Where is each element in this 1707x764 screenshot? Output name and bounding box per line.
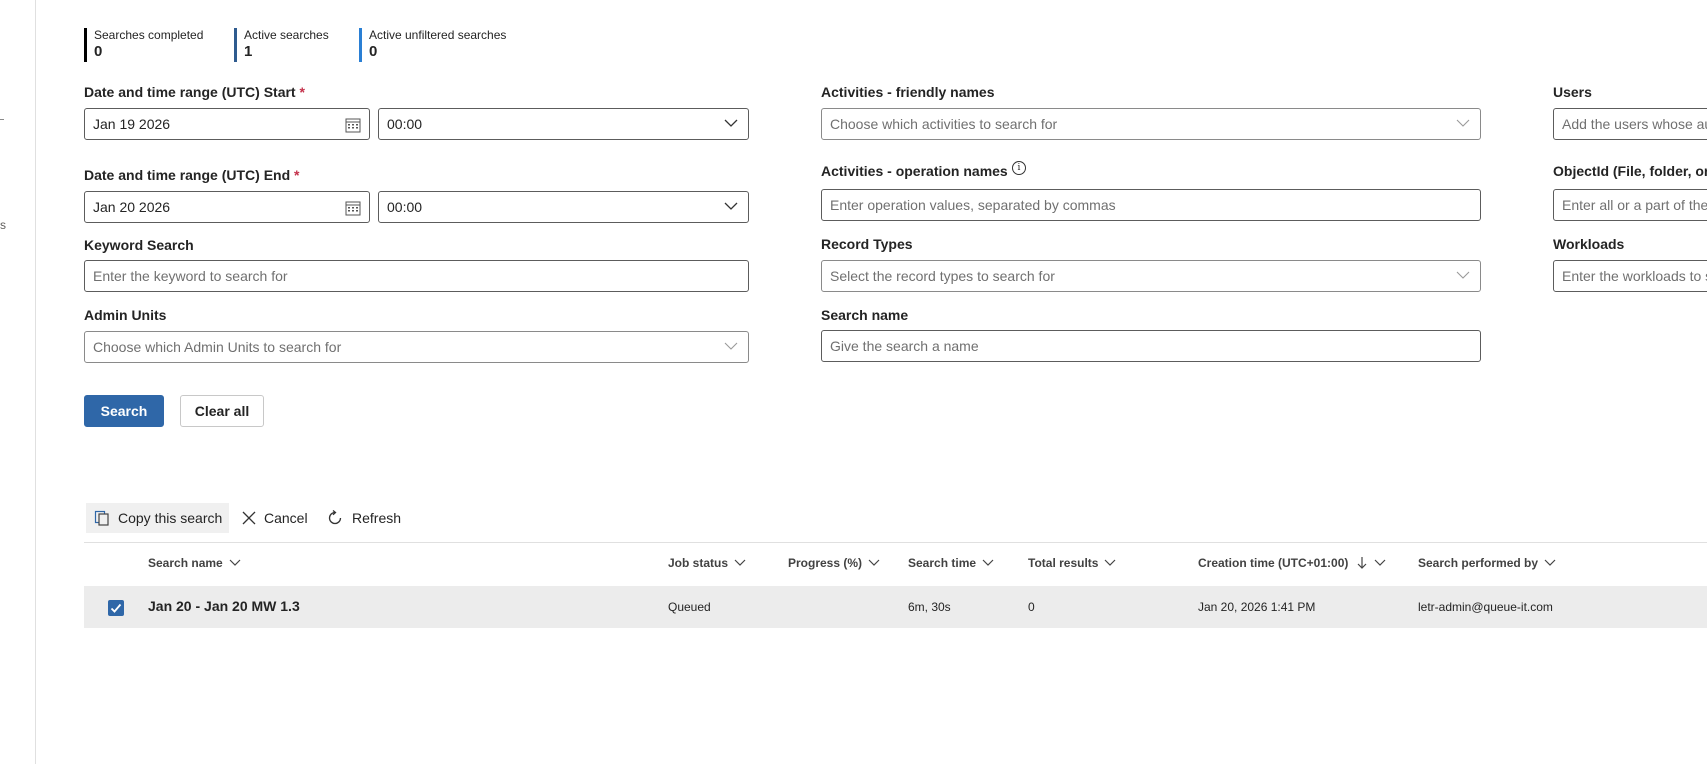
search-name-text[interactable] [822,331,1480,361]
row-checkbox[interactable] [108,600,124,616]
keyword-search-label: Keyword Search [84,237,194,253]
workloads-placeholder: Enter the workloads to s [1562,268,1707,284]
copy-search-button[interactable]: Copy this search [86,503,229,533]
activities-friendly-label: Activities - friendly names [821,84,995,100]
objectid-input[interactable]: Enter all or a part of the [1553,189,1707,221]
stat-value: 0 [94,43,103,60]
stat-active-unfiltered-searches: Active unfiltered searches 0 [359,28,506,62]
objectid-label: ObjectId (File, folder, or [1553,163,1707,179]
column-header-progress[interactable]: Progress (%) [788,556,880,570]
cell-creation-time: Jan 20, 2026 1:41 PM [1198,600,1316,614]
search-name-input[interactable] [821,330,1481,362]
sort-descending-icon [1357,557,1367,569]
users-placeholder: Add the users whose au [1562,116,1707,132]
refresh-button[interactable]: Refresh [326,503,401,533]
activities-operation-text[interactable] [822,190,1480,220]
start-date-label: Date and time range (UTC) Start * [84,84,305,100]
users-label: Users [1553,84,1592,100]
activities-friendly-placeholder: Choose which activities to search for [830,116,1058,132]
nav-item-fragment[interactable]: s [0,218,6,232]
chevron-down-icon [1456,119,1470,127]
cell-job-status: Queued [668,600,711,614]
close-icon [242,511,256,525]
end-date-label: Date and time range (UTC) End * [84,167,300,183]
activities-operation-label: Activities - operation names [821,163,1008,179]
workloads-label: Workloads [1553,236,1625,252]
stat-label: Active searches [244,28,329,42]
users-input[interactable]: Add the users whose au [1553,108,1707,140]
activities-operation-input[interactable] [821,189,1481,221]
end-date-picker[interactable]: Jan 20 2026 [84,191,370,223]
clear-all-button[interactable]: Clear all [180,395,264,427]
info-icon[interactable]: i [1012,161,1026,175]
search-button[interactable]: Search [84,395,164,427]
record-types-placeholder: Select the record types to search for [830,268,1055,284]
admin-units-placeholder: Choose which Admin Units to search for [93,339,342,355]
chevron-down-icon [229,559,241,566]
cancel-button[interactable]: Cancel [242,503,308,533]
activities-friendly-dropdown[interactable]: Choose which activities to search for [821,108,1481,140]
record-types-label: Record Types [821,236,913,252]
stat-label: Active unfiltered searches [369,28,507,42]
refresh-icon [328,509,342,525]
table-divider [84,542,1707,543]
start-time-dropdown[interactable]: 00:00 [378,108,749,140]
start-date-picker[interactable]: Jan 19 2026 [84,108,370,140]
cell-performed-by: letr-admin@queue-it.com [1418,600,1553,614]
keyword-search-text[interactable] [85,261,748,291]
required-mark: * [294,167,300,183]
column-header-total-results[interactable]: Total results [1028,556,1116,570]
cell-search-name[interactable]: Jan 20 - Jan 20 MW 1.3 [148,598,300,614]
chevron-down-icon [1456,271,1470,279]
calendar-icon[interactable] [345,117,361,133]
search-name-label: Search name [821,307,909,323]
nav-divider [0,119,4,120]
left-nav-rail: s [0,0,36,764]
chevron-down-icon [868,559,880,566]
admin-units-label: Admin Units [84,307,167,323]
stat-bar [234,28,237,62]
column-header-job-status[interactable]: Job status [668,556,746,570]
stat-value: 1 [244,43,253,60]
end-time-dropdown[interactable]: 00:00 [378,191,749,223]
column-header-search-time[interactable]: Search time [908,556,994,570]
end-time-value: 00:00 [387,199,423,215]
checkmark-icon [110,603,122,613]
copy-search-label: Copy this search [118,510,223,526]
calendar-icon[interactable] [345,200,361,216]
column-header-performed-by[interactable]: Search performed by [1418,556,1556,570]
stat-value: 0 [369,43,378,60]
chevron-down-icon [982,559,994,566]
cancel-label: Cancel [264,510,308,526]
refresh-label: Refresh [352,510,402,526]
record-types-dropdown[interactable]: Select the record types to search for [821,260,1481,292]
chevron-down-icon [724,202,738,210]
workloads-input[interactable]: Enter the workloads to s [1553,260,1707,292]
cell-total-results: 0 [1028,600,1035,614]
chevron-down-icon [1105,559,1116,566]
cell-search-time: 6m, 30s [908,600,951,614]
chevron-down-icon [724,342,738,350]
stat-bar [359,28,362,62]
chevron-down-icon [734,559,746,566]
stat-bar [84,28,87,62]
keyword-search-input[interactable] [84,260,749,292]
start-time-value: 00:00 [387,116,423,132]
start-date-value: Jan 19 2026 [93,116,171,132]
required-mark: * [299,84,305,100]
stat-active-searches: Active searches 1 [234,28,329,62]
stat-label: Searches completed [94,28,204,42]
admin-units-dropdown[interactable]: Choose which Admin Units to search for [84,331,749,363]
chevron-down-icon [1544,559,1556,566]
copy-icon [94,510,109,526]
chevron-down-icon [1374,559,1386,566]
stat-searches-completed: Searches completed 0 [84,28,203,62]
objectid-placeholder: Enter all or a part of the [1562,197,1707,213]
chevron-down-icon [724,119,738,127]
end-date-value: Jan 20 2026 [93,199,171,215]
column-header-search-name[interactable]: Search name [148,556,241,570]
column-header-creation-time[interactable]: Creation time (UTC+01:00) [1198,556,1386,570]
